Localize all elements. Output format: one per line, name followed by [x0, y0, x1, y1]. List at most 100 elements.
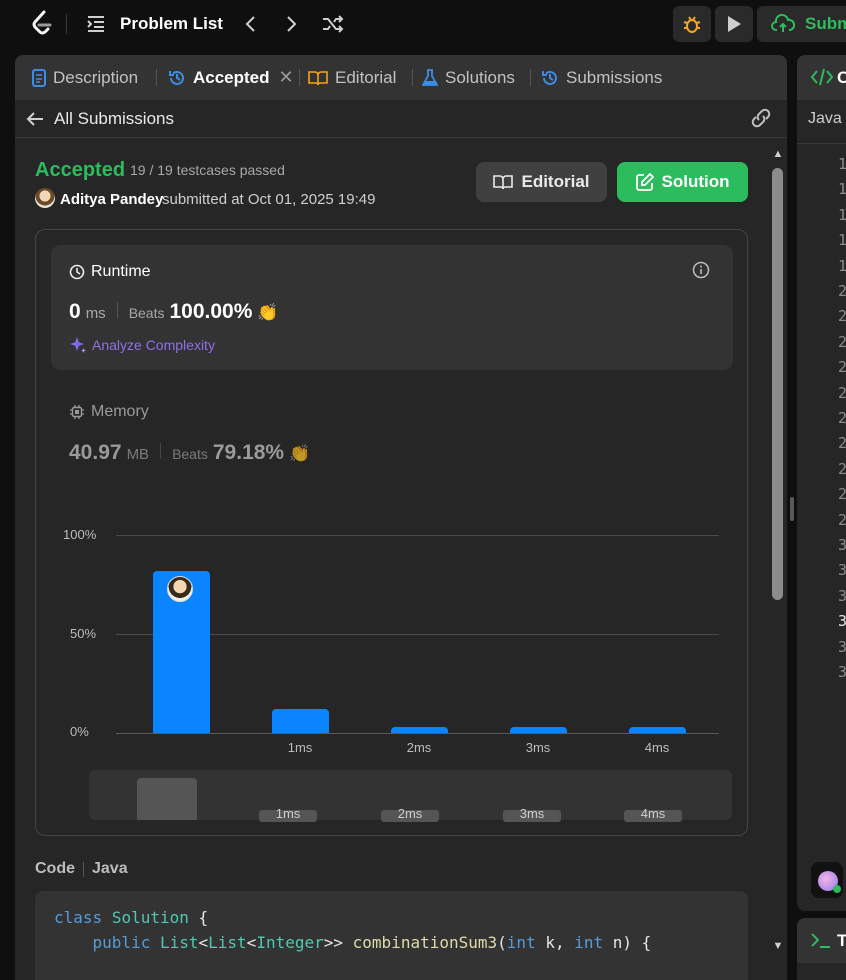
x-tick-label: 3ms — [525, 740, 551, 755]
line-number: 3 — [838, 536, 846, 554]
line-number: 1 — [838, 205, 846, 224]
scrollbar-thumb[interactable] — [772, 168, 783, 600]
history-icon — [542, 70, 557, 85]
problem-list-title[interactable]: Problem List — [120, 14, 223, 34]
memory-value: 40.97 — [69, 441, 122, 464]
tab-editorial[interactable]: Editorial — [308, 55, 396, 100]
tab-accepted[interactable]: Accepted ✕ — [168, 55, 294, 100]
line-number: 2 — [838, 282, 846, 300]
info-icon[interactable] — [692, 261, 710, 284]
code-block[interactable]: class Solution { public List<List<Intege… — [35, 891, 748, 980]
y-tick-label: 50% — [70, 626, 97, 641]
edit-icon — [635, 173, 654, 191]
user-avatar[interactable] — [35, 188, 55, 208]
tab-description-label: Description — [53, 67, 139, 87]
prev-problem-icon[interactable] — [238, 12, 262, 36]
testcase-panel: T — [797, 918, 846, 980]
tab-submissions[interactable]: Submissions — [541, 55, 662, 100]
submit-button[interactable]: Submit — [757, 6, 846, 42]
memory-beats-value: 79.18% — [212, 441, 285, 464]
chart-bar[interactable] — [271, 709, 329, 733]
editor-language[interactable]: Java — [808, 110, 842, 128]
shuffle-icon[interactable] — [320, 12, 346, 36]
user-name[interactable]: Aditya Pandey — [60, 191, 163, 208]
memory-header[interactable]: Memory — [69, 403, 149, 421]
tab-divider — [530, 69, 531, 86]
history-icon — [169, 70, 184, 85]
chart-bar[interactable] — [628, 727, 686, 733]
line-number: 2 — [838, 307, 846, 326]
scroll-up-icon[interactable]: ▲ — [771, 148, 785, 168]
line-number: 2 — [838, 358, 846, 377]
run-button[interactable] — [715, 6, 753, 42]
range-label: 1ms — [275, 806, 301, 821]
code-header: Code Java — [35, 860, 128, 878]
code-icon[interactable] — [810, 67, 834, 92]
line-number: 2 — [838, 434, 846, 453]
sparkle-icon — [70, 337, 86, 353]
runtime-beats-value: 100.00% — [169, 300, 253, 323]
line-number: 3 — [838, 586, 846, 605]
runtime-values: 0 ms Beats 100.00% 👏 — [69, 300, 279, 324]
nav-divider — [66, 14, 67, 34]
clap-icon: 👏 — [289, 444, 311, 463]
line-number: 2 — [838, 383, 846, 402]
performance-card: Runtime 0 ms Beats 100.00% 👏 Analyze Com… — [35, 229, 748, 836]
editorial-button[interactable]: Editorial — [476, 162, 607, 202]
chip-icon — [70, 405, 84, 419]
tab-solutions-label: Solutions — [445, 67, 515, 87]
tab-divider — [299, 69, 300, 86]
problem-list-icon[interactable] — [84, 12, 108, 36]
line-number: 1 — [838, 231, 846, 250]
runtime-card[interactable]: Runtime 0 ms Beats 100.00% 👏 Analyze Com… — [51, 245, 733, 370]
line-number: 2 — [838, 459, 846, 478]
leetcode-logo-icon[interactable] — [30, 10, 54, 38]
editorial-button-label: Editorial — [521, 172, 590, 191]
testcase-tab-bar[interactable]: T — [797, 918, 846, 963]
my-submission-avatar[interactable] — [167, 576, 193, 602]
range-bar — [137, 778, 197, 820]
panel-resize-handle[interactable] — [790, 497, 794, 521]
back-to-submissions[interactable]: All Submissions — [26, 109, 174, 129]
assistant-avatar-button[interactable] — [811, 862, 843, 898]
editor-divider — [797, 143, 846, 144]
x-tick-label: 2ms — [406, 740, 432, 755]
chart-range-selector[interactable]: 1ms 2ms 3ms 4ms — [89, 770, 732, 822]
close-tab-icon[interactable]: ✕ — [279, 67, 294, 88]
online-indicator — [833, 885, 841, 893]
debug-button[interactable] — [673, 6, 711, 42]
chart-bar[interactable] — [509, 727, 567, 733]
stat-divider — [160, 443, 162, 459]
gridline — [116, 535, 719, 536]
flask-icon — [422, 68, 438, 86]
book-icon — [493, 175, 514, 190]
scroll-down-icon[interactable]: ▼ — [771, 940, 785, 960]
solution-button-label: Solution — [661, 172, 730, 191]
x-tick-label: 1ms — [287, 740, 313, 755]
tab-bar: Description Accepted ✕ Editorial Solutio… — [15, 55, 787, 100]
runtime-distribution-chart: 100% 50% 0% 1ms 2ms 3ms 4ms — [36, 520, 747, 760]
x-tick-label: 4ms — [644, 740, 670, 755]
range-label: 3ms — [519, 806, 545, 821]
tab-solutions[interactable]: Solutions — [422, 55, 515, 100]
bug-icon — [683, 16, 701, 33]
memory-unit: MB — [126, 446, 150, 463]
top-nav: Problem List Submit — [0, 0, 846, 48]
analyze-label: Analyze Complexity — [92, 337, 215, 353]
submission-subheader: All Submissions — [15, 100, 787, 138]
testcases-passed: 19 / 19 testcases passed — [130, 162, 285, 178]
range-label: 2ms — [397, 806, 423, 821]
solution-button[interactable]: Solution — [617, 162, 748, 202]
submission-panel: Description Accepted ✕ Editorial Solutio… — [15, 55, 787, 980]
runtime-title: Runtime — [91, 263, 151, 280]
tab-divider — [412, 69, 413, 86]
runtime-beats-label: Beats — [128, 305, 165, 321]
chart-bar[interactable] — [390, 727, 448, 733]
next-problem-icon[interactable] — [280, 12, 304, 36]
tab-description[interactable]: Description — [32, 55, 138, 100]
tab-accepted-label: Accepted — [193, 67, 270, 87]
tab-divider — [156, 69, 157, 86]
line-number: 3 — [838, 561, 846, 580]
link-icon[interactable] — [750, 108, 772, 133]
analyze-complexity-link[interactable]: Analyze Complexity — [69, 336, 215, 354]
